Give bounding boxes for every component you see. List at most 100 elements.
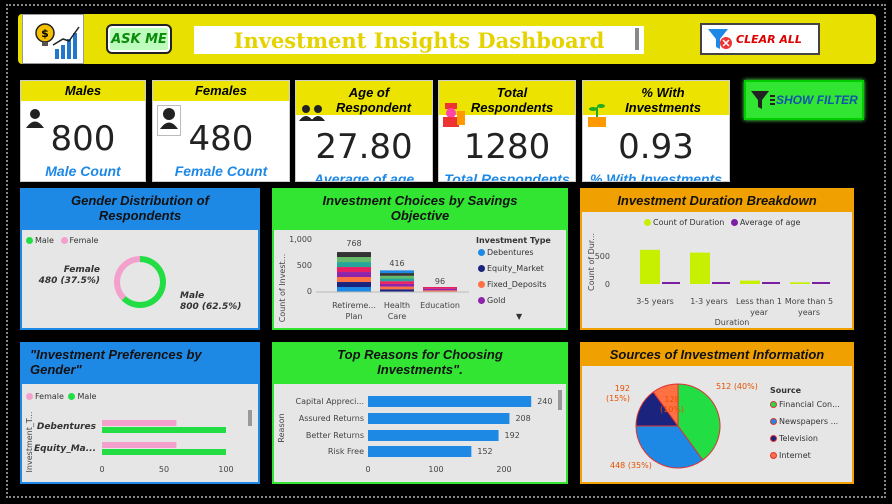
x-tick: More than 5 years bbox=[785, 297, 833, 317]
clear-all-label: CLEAR ALL bbox=[736, 32, 802, 46]
legend-label: Television bbox=[779, 434, 818, 443]
reason-bar bbox=[368, 430, 499, 441]
clear-filter-icon bbox=[708, 29, 732, 49]
stacked-bar-segment bbox=[380, 273, 414, 276]
kpi-subtitle: Female Count bbox=[174, 163, 268, 179]
kpi-value: 0.93 bbox=[618, 127, 694, 167]
stacked-bar-segment bbox=[337, 252, 371, 258]
legend-label: Newspapers ... bbox=[779, 417, 839, 426]
y-tick: 0 bbox=[605, 280, 610, 289]
legend-item-debentures: Debentures bbox=[478, 248, 534, 257]
kpi-subtitle: % With Investments bbox=[589, 171, 723, 182]
male-bar bbox=[102, 427, 226, 433]
show-filter-button[interactable]: SHOW FILTER bbox=[744, 80, 864, 120]
ask-me-button[interactable]: ASK ME bbox=[106, 24, 172, 54]
kpi-title: Females bbox=[153, 81, 289, 101]
age-bar bbox=[762, 282, 780, 284]
kpi-value: 480 bbox=[188, 119, 254, 159]
y-tick: 0 bbox=[307, 287, 312, 296]
x-tick: 100 bbox=[428, 465, 443, 474]
panel-title: Sources of Investment Information bbox=[582, 344, 852, 366]
legend-scroll-down-icon[interactable]: ▼ bbox=[516, 312, 522, 321]
kpi-card-females: Females 480 Female Count bbox=[152, 80, 290, 182]
panel-title: Top Reasons for Choosing Investments". bbox=[274, 344, 566, 384]
y-tick: 500 bbox=[297, 261, 312, 270]
x-tick: 0 bbox=[99, 465, 104, 474]
female-bar bbox=[102, 442, 177, 448]
x-tick: 1-3 years bbox=[690, 297, 728, 306]
scrollbar[interactable] bbox=[248, 410, 252, 426]
x-tick: Education bbox=[420, 301, 460, 310]
x-tick: 0 bbox=[365, 465, 370, 474]
savings-objective-panel: Investment Choices by Savings Objective … bbox=[272, 188, 568, 330]
y-tick: 1,000 bbox=[289, 235, 312, 244]
y-tick: 500 bbox=[595, 252, 610, 261]
data-label: 448 (35%) bbox=[610, 461, 652, 470]
count-bar bbox=[690, 252, 710, 284]
legend-item-gold: Gold bbox=[478, 296, 505, 305]
panel-title: Investment Duration Breakdown bbox=[582, 190, 852, 212]
logo: $ bbox=[22, 14, 84, 64]
preferences-panel: "Investment Preferences by Gender" Femal… bbox=[20, 342, 260, 484]
stacked-bar-segment bbox=[337, 277, 371, 283]
x-axis-label: Duration bbox=[715, 318, 750, 327]
female-bar bbox=[102, 420, 177, 426]
category-label: Debentures bbox=[37, 422, 97, 432]
legend-title: Source bbox=[770, 386, 802, 395]
donut-hole bbox=[120, 262, 160, 302]
show-filter-label: SHOW FILTER bbox=[776, 93, 858, 107]
y-axis-label: Reason bbox=[277, 413, 286, 442]
kpi-card-pct-invest: % With Investments 0.93 % With Investmen… bbox=[582, 80, 730, 182]
age-bar bbox=[712, 282, 730, 284]
svg-text:$: $ bbox=[41, 27, 49, 40]
bar-group bbox=[102, 420, 226, 455]
x-tick: 3-5 years bbox=[636, 297, 674, 306]
title-scroll-handle bbox=[635, 28, 639, 50]
data-label: 512 (40%) bbox=[716, 382, 758, 391]
age-bar bbox=[662, 282, 680, 284]
legend-item-fixed-deposits: Fixed_Deposits bbox=[478, 280, 546, 289]
data-label: 768 bbox=[346, 239, 361, 248]
data-label: 240 bbox=[537, 397, 552, 406]
panel-title: Gender Distribution of Respondents bbox=[22, 190, 258, 230]
kpi-value: 800 bbox=[50, 119, 116, 159]
duration-panel: Investment Duration Breakdown Count of D… bbox=[580, 188, 854, 330]
clear-all-button[interactable]: CLEAR ALL bbox=[700, 23, 820, 55]
kpi-title: Males bbox=[21, 81, 145, 101]
chart-legend: Count of Duration Average of age bbox=[644, 218, 800, 227]
reason-label: Capital Appreci... bbox=[295, 397, 364, 406]
dashboard-title: Investment Insights Dashboard bbox=[194, 26, 644, 54]
gender-distribution-panel: Gender Distribution of Respondents Male … bbox=[20, 188, 260, 330]
kpi-subtitle: Male Count bbox=[45, 163, 121, 179]
kpi-card-males: Males 800 Male Count bbox=[20, 80, 146, 182]
x-tick: Less than 1 year bbox=[736, 297, 782, 317]
filter-icon bbox=[751, 91, 775, 109]
stacked-bar-segment bbox=[380, 286, 414, 290]
legend-label: Equity_Market bbox=[487, 264, 544, 273]
female-label: Female bbox=[64, 265, 100, 275]
bar-group: Capital Appreci... 240 Assured Returns 208 B… bbox=[295, 396, 552, 457]
legend-label: Gold bbox=[487, 296, 506, 305]
stacked-bar-segment bbox=[380, 283, 414, 287]
kpi-value: 27.80 bbox=[315, 127, 413, 167]
stacked-bar-segment bbox=[337, 282, 371, 288]
legend-item-television: Television bbox=[770, 434, 818, 443]
panel-title: Investment Choices by Savings Objective bbox=[274, 190, 566, 230]
kpi-value: 1280 bbox=[463, 127, 551, 167]
male-bar bbox=[102, 449, 226, 455]
group-icon bbox=[298, 103, 326, 128]
stacked-bar-segment bbox=[380, 281, 414, 284]
panel-title: "Investment Preferences by Gender" bbox=[22, 344, 258, 384]
legend-label: Debentures bbox=[487, 248, 534, 257]
reason-bar bbox=[368, 396, 532, 407]
kpi-subtitle: Average of age bbox=[313, 171, 415, 182]
sources-panel: Sources of Investment Information 512 (4… bbox=[580, 342, 854, 484]
legend-label: Financial Con... bbox=[779, 400, 840, 409]
kpi-card-total: Total Respondents 1280 Total Respondents bbox=[438, 80, 576, 182]
scrollbar[interactable] bbox=[558, 390, 562, 410]
legend-count: Count of Duration bbox=[653, 218, 725, 227]
reason-label: Risk Free bbox=[328, 447, 364, 456]
stacked-bar-segment bbox=[337, 287, 371, 292]
legend-item-financial: Financial Con... bbox=[770, 400, 840, 409]
kpi-subtitle: Total Respondents bbox=[444, 171, 570, 182]
